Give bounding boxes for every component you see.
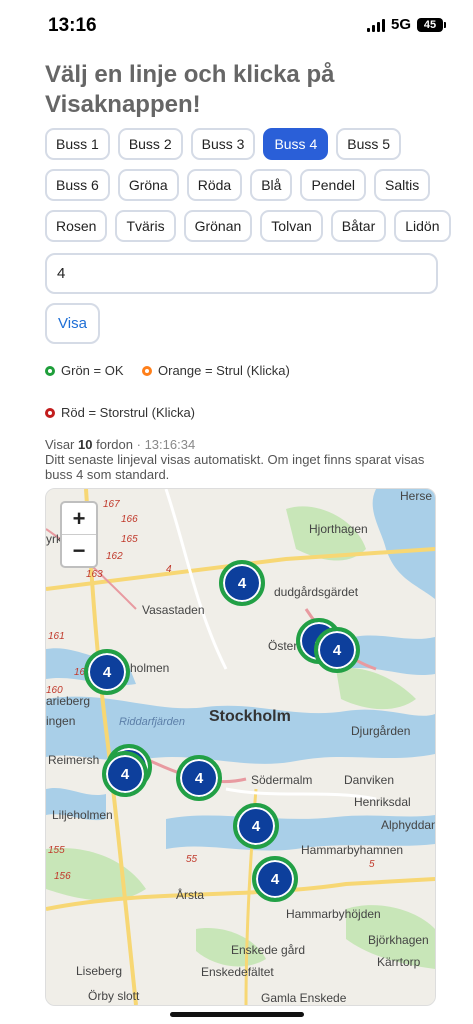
map-label-arsta: Årsta bbox=[176, 888, 205, 902]
map-label-alphyddan: Alphyddan bbox=[381, 818, 436, 832]
legend-green: Grön = OK bbox=[45, 363, 124, 378]
chip-lidön[interactable]: Lidön bbox=[394, 210, 451, 242]
road-number: 162 bbox=[106, 551, 123, 562]
chip-tväris[interactable]: Tväris bbox=[115, 210, 176, 242]
chip-tolvan[interactable]: Tolvan bbox=[260, 210, 323, 242]
chip-saltis[interactable]: Saltis bbox=[374, 169, 431, 201]
zoom-in-button[interactable]: + bbox=[62, 503, 96, 534]
info-note: Ditt senaste linjeval visas automatiskt.… bbox=[45, 452, 425, 482]
map-label-liseberg: Liseberg bbox=[76, 964, 123, 978]
road-number: 155 bbox=[48, 845, 65, 856]
map-label-reimersholme: Reimersh bbox=[48, 753, 100, 767]
vehicle-marker[interactable]: 4 bbox=[102, 751, 148, 797]
chip-rosen[interactable]: Rosen bbox=[45, 210, 108, 242]
vehicle-marker[interactable]: 4 bbox=[252, 856, 298, 902]
map-label-hjorthagen: Hjorthagen bbox=[309, 522, 368, 536]
info-unit: fordon bbox=[96, 437, 133, 452]
chip-row: Buss 1 Buss 2 Buss 3 Buss 4 Buss 5 bbox=[45, 128, 445, 160]
road-number: 55 bbox=[186, 854, 198, 865]
status-time: 13:16 bbox=[48, 15, 97, 36]
red-ring-icon bbox=[45, 407, 55, 418]
chip-buss-5[interactable]: Buss 5 bbox=[336, 128, 402, 160]
chip-row: Rosen Tväris Grönan Tolvan Båtar Lidön bbox=[45, 210, 451, 242]
network-label: 5G bbox=[390, 16, 411, 33]
map-label-danviken: Danviken bbox=[344, 773, 395, 787]
legend-red: Röd = Storstrul (Klicka) bbox=[45, 405, 195, 420]
legend-red-label: Röd = Storstrul (Klicka) bbox=[61, 405, 196, 420]
chip-blå[interactable]: Blå bbox=[250, 169, 293, 201]
map-label-hersby: Herse bbox=[400, 489, 433, 503]
vehicle-marker[interactable]: 4 bbox=[314, 627, 360, 673]
map-label-vasastaden: Vasastaden bbox=[142, 603, 205, 617]
legend-orange: Orange = Strul (Klicka) bbox=[142, 363, 290, 378]
road-number: 166 bbox=[121, 514, 138, 525]
map-label-henriksdal: Henriksdal bbox=[354, 795, 411, 809]
map-label-liljeholmen: Liljeholmen bbox=[52, 808, 113, 822]
vehicle-marker[interactable]: 4 bbox=[219, 560, 265, 606]
chip-gröna[interactable]: Gröna bbox=[117, 169, 179, 201]
map-label-kungsholmen: sholmen bbox=[124, 661, 170, 675]
chip-buss-6[interactable]: Buss 6 bbox=[45, 169, 110, 201]
road-number: 160 bbox=[46, 685, 63, 696]
chip-pendel[interactable]: Pendel bbox=[300, 169, 367, 201]
info-prefix: Visar bbox=[45, 437, 75, 452]
map-label-gamla-enskede: Gamla Enskede bbox=[261, 991, 347, 1005]
line-input[interactable] bbox=[45, 253, 438, 294]
map-label-djurgarden: Djurgården bbox=[351, 724, 411, 738]
chip-grönan[interactable]: Grönan bbox=[183, 210, 253, 242]
map-label-hammarbyhojden: Hammarbyhöjden bbox=[286, 907, 381, 921]
map-label-orby-slott: Örby slott bbox=[88, 989, 140, 1003]
road-number: 5 bbox=[369, 859, 375, 870]
chip-röda[interactable]: Röda bbox=[186, 169, 243, 201]
chip-row: Buss 6 Gröna Röda Blå Pendel Saltis bbox=[45, 169, 445, 201]
signal-icon bbox=[366, 18, 385, 32]
vehicle-marker[interactable]: 4 bbox=[84, 649, 130, 695]
vehicle-marker[interactable]: 4 bbox=[233, 803, 279, 849]
legend-green-label: Grön = OK bbox=[61, 363, 124, 378]
info-count: 10 bbox=[78, 437, 93, 452]
road-number: 161 bbox=[48, 631, 65, 642]
chip-båtar[interactable]: Båtar bbox=[330, 210, 387, 242]
map-label-sodermalm: Södermalm bbox=[251, 773, 313, 787]
road-number: 167 bbox=[103, 499, 120, 510]
map-label-ostermalm: Öster bbox=[268, 639, 298, 653]
vehicle-marker[interactable]: 4 bbox=[176, 755, 222, 801]
chip-buss-2[interactable]: Buss 2 bbox=[117, 128, 183, 160]
map-label-hammarbyhamnen: Hammarbyhamnen bbox=[301, 843, 404, 857]
map-label-enskede-gard: Enskede gård bbox=[231, 943, 306, 957]
map-label-riddarfjarden: Riddarfjärden bbox=[119, 716, 186, 728]
road-number: 163 bbox=[86, 569, 103, 580]
green-ring-icon bbox=[45, 365, 55, 376]
zoom-out-button[interactable]: − bbox=[62, 534, 96, 566]
chip-buss-1[interactable]: Buss 1 bbox=[45, 128, 110, 160]
status-icons: 5G 45 bbox=[366, 16, 446, 33]
map-label-bjorkhagen: Björkhagen bbox=[368, 933, 429, 947]
page-title: Välj en linje och klicka på Visaknappen! bbox=[45, 61, 335, 118]
map-label-stockholm: Stockholm bbox=[209, 708, 291, 725]
vehicle-count: Visar 10 fordon · 13:16:34 bbox=[45, 437, 195, 452]
line-chips: Buss 1 Buss 2 Buss 3 Buss 4 Buss 5 Buss 6 Grön… bbox=[45, 128, 451, 251]
info-time: 13:16:34 bbox=[144, 437, 196, 452]
map[interactable]: Stockholm Vasastaden Hjorthagen dudgårds… bbox=[45, 488, 436, 1006]
road-number: 165 bbox=[121, 534, 138, 545]
info-separator: · bbox=[136, 437, 141, 452]
orange-ring-icon bbox=[142, 365, 152, 376]
legend-orange-label: Orange = Strul (Klicka) bbox=[158, 363, 290, 378]
chip-buss-3[interactable]: Buss 3 bbox=[190, 128, 256, 160]
road-number: 156 bbox=[54, 871, 71, 882]
map-label-gardet: dudgårdsgärdet bbox=[274, 585, 359, 599]
map-label-karrtorp: Kärrtorp bbox=[377, 955, 421, 969]
map-label-enskedefaltet: Enskedefältet bbox=[201, 965, 274, 979]
chip-buss-4[interactable]: Buss 4 bbox=[263, 128, 329, 160]
battery-icon: 45 bbox=[417, 17, 446, 32]
status-bar: 13:16 5G 45 bbox=[0, 0, 473, 54]
road-number: 4 bbox=[166, 564, 172, 575]
map-label-ingen: ingen bbox=[46, 714, 76, 728]
home-indicator bbox=[170, 1012, 304, 1017]
visa-button[interactable]: Visa bbox=[45, 303, 100, 344]
zoom-control: + − bbox=[60, 501, 98, 568]
map-label-marieberg: arieberg bbox=[46, 694, 91, 708]
